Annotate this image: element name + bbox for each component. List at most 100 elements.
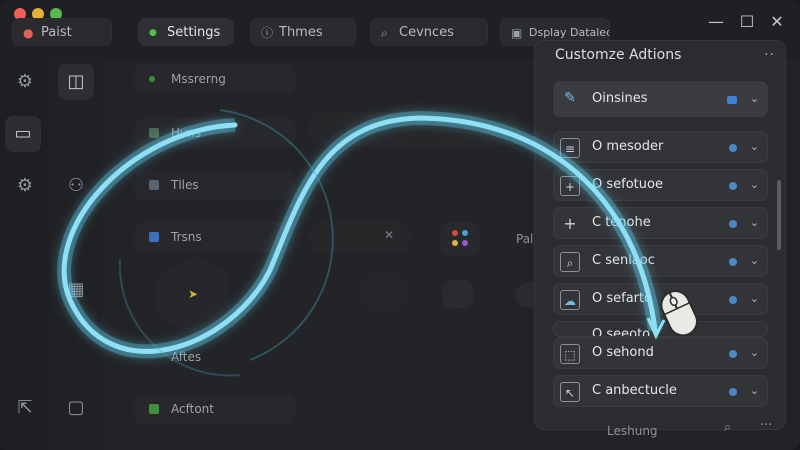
row-aftes[interactable]: Aftes [135,342,295,372]
toggle[interactable] [729,350,737,358]
row-hvns[interactable]: Hvns [135,118,295,148]
row-label: Acftont [171,402,214,416]
row-label: Mssrerng [171,72,226,86]
users-icon[interactable]: ⚇ [58,168,94,204]
action-item[interactable]: ⌕ C senlaoc ⌄ [553,245,768,277]
action-label: O seeoto [592,327,651,337]
action-label: O sefarto [592,291,653,306]
grid-icon[interactable]: ▦ [58,272,94,308]
action-label: C tenohe [592,215,651,230]
app-icon: ● [23,26,34,40]
toggle[interactable] [729,182,737,190]
tab-display-label: Dsplay Dataled [529,26,610,39]
left-rail: ⚙ ▭ ⚙ ⇱ [0,60,50,450]
toggle[interactable] [729,388,737,396]
minimize-button[interactable]: — [706,12,726,32]
toggle[interactable] [729,258,737,266]
action-label: Oinsines [592,91,648,106]
palette-tile[interactable] [440,222,480,256]
action-label: O mesoder [592,139,664,154]
color-dot-icon [462,240,468,246]
color-dot-icon [462,230,468,236]
toggle[interactable] [729,220,737,228]
action-label: C anbectucle [592,383,677,398]
window-icon[interactable]: ▢ [58,390,94,426]
toggle[interactable] [727,96,737,104]
tab-settings[interactable]: ● Settings [138,18,234,46]
status-dot-icon [149,76,155,82]
info-icon: ⓘ [261,26,274,40]
chevron-down-icon[interactable]: ⌄ [750,376,759,406]
action-item[interactable]: ≡ O mesoder ⌄ [553,131,768,163]
chevron-down-icon[interactable]: ⌄ [750,208,759,238]
placeholder-bar [310,222,410,252]
chevron-down-icon[interactable]: ⌄ [750,132,759,162]
circle-tile[interactable] [360,266,412,318]
calendar-icon[interactable] [442,280,474,308]
footer-text: Leshung [607,424,658,438]
chevron-down-icon[interactable]: ⌄ [750,82,759,116]
tab-themes[interactable]: ⓘ Thmes [250,18,356,46]
action-label: O sefotuoe [592,177,663,192]
more-icon[interactable]: ··· [760,418,772,433]
list-icon: ≡ [560,138,580,158]
row-trsns[interactable]: Trsns [135,222,295,252]
chevron-down-icon[interactable]: ⌄ [750,246,759,276]
action-item[interactable]: ↖ C anbectucle ⌄ [553,375,768,407]
plug-icon: ✎ [564,90,576,106]
row-label: Aftes [171,350,202,364]
tab-app-label: Paist [41,25,72,40]
action-item[interactable]: + O sefotuoe ⌄ [553,169,768,201]
square-icon [149,232,159,242]
square-icon [149,404,159,414]
plus-box-icon: + [560,176,580,196]
chat-icon[interactable]: ◫ [58,64,94,100]
maximize-button[interactable]: ☐ [737,12,757,32]
color-dot-icon [452,240,458,246]
row-action[interactable]: Acftont [135,394,295,424]
tab-settings-label: Settings [167,25,221,40]
close-button[interactable]: ✕ [767,12,787,32]
scrollbar[interactable] [777,180,781,250]
row-messaging[interactable]: Mssrerng [135,64,295,94]
more-icon[interactable]: ·· [764,47,775,63]
toggle[interactable] [729,144,737,152]
panel-title: Customze Adtions [555,47,682,63]
color-dot-icon [452,230,458,236]
row-label: Trsns [171,230,202,244]
display-icon[interactable]: ▭ [5,116,41,152]
frame-icon: ⬚ [560,344,580,364]
document-icon: ▣ [511,26,523,40]
green-dot-icon: ● [149,28,157,38]
secondary-rail: ◫ ⚇ ▦ ▢ [50,60,102,450]
chevron-down-icon[interactable]: ⌄ [750,338,759,368]
mouse-icon [660,290,698,337]
settings-icon[interactable]: ⚙ [7,168,43,204]
plus-icon: + [563,214,577,233]
action-item[interactable]: + C tenohe ⌄ [553,207,768,239]
search-icon[interactable]: ⌕ [724,420,731,435]
placeholder-bar [310,112,520,146]
action-label: O sehond [592,345,654,360]
tab-app[interactable]: ● Paist [12,18,112,46]
chevron-down-icon[interactable]: ⌄ [750,170,759,200]
row-tlles[interactable]: Tlles [135,170,295,200]
close-small-icon[interactable]: ✕ [384,228,394,242]
tab-devices-label: Cevnces [399,25,454,40]
square-icon [149,180,159,190]
customize-actions-panel: Customze Adtions ·· ✎ Oinsines ⌄ ≡ O mes… [534,40,786,430]
tab-themes-label: Thmes [279,25,323,40]
row-label: Tlles [171,178,199,192]
toggle[interactable] [729,296,737,304]
tab-devices[interactable]: ⌕ Cevnces [370,18,488,46]
action-item[interactable]: ✎ Oinsines ⌄ [553,81,768,117]
search-icon: ⌕ [381,26,388,40]
row-label: Hvns [171,126,201,140]
action-label: C senlaoc [592,253,655,268]
gear-icon[interactable]: ⚙ [7,64,43,100]
square-icon [149,128,159,138]
export-icon[interactable]: ⇱ [7,390,43,426]
chevron-down-icon[interactable]: ⌄ [750,284,759,314]
app-window: ● Paist ● Settings ⓘ Thmes ⌕ Cevnces ▣ D… [0,0,800,450]
cloud-icon: ☁ [560,290,580,310]
